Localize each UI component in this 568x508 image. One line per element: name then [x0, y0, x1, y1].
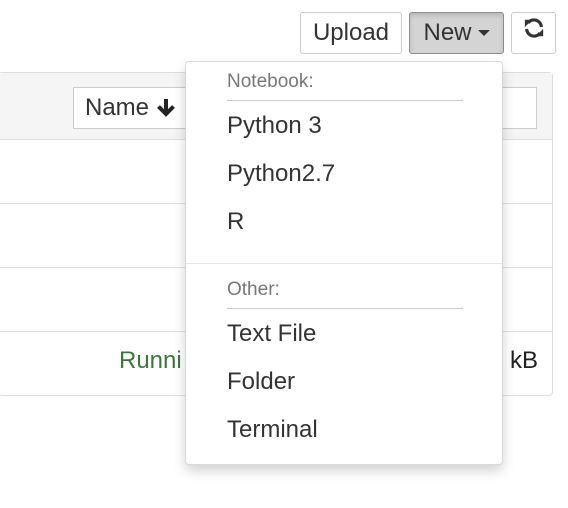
- file-browser: Upload New Name ze: [0, 0, 568, 508]
- section-rule: [227, 100, 463, 101]
- refresh-button[interactable]: [511, 12, 556, 54]
- sort-by-name-button[interactable]: Name: [73, 87, 187, 129]
- section-rule: [227, 308, 463, 309]
- running-status: Runni: [119, 347, 182, 374]
- new-button-label: New: [423, 19, 472, 46]
- caret-down-icon: [477, 29, 490, 36]
- upload-button[interactable]: Upload: [300, 12, 402, 54]
- menu-divider: [186, 263, 502, 264]
- menu-item-python27[interactable]: Python2.7: [227, 160, 335, 188]
- sort-name-label: Name: [85, 94, 150, 121]
- menu-item-folder[interactable]: Folder: [227, 368, 295, 396]
- file-size: kB: [509, 347, 538, 374]
- menu-item-terminal[interactable]: Terminal: [227, 416, 318, 444]
- menu-item-r[interactable]: R: [227, 208, 244, 236]
- arrow-down-icon: [156, 98, 175, 117]
- notebook-section-header: Notebook:: [227, 71, 314, 92]
- menu-item-text-file[interactable]: Text File: [227, 320, 316, 348]
- menu-item-python3[interactable]: Python 3: [227, 112, 322, 140]
- refresh-icon: [523, 12, 545, 52]
- other-section-header: Other:: [227, 279, 280, 300]
- new-dropdown-menu: Notebook: Python 3 Python2.7 R Other: Te…: [185, 61, 503, 465]
- new-dropdown-button[interactable]: New: [409, 12, 504, 54]
